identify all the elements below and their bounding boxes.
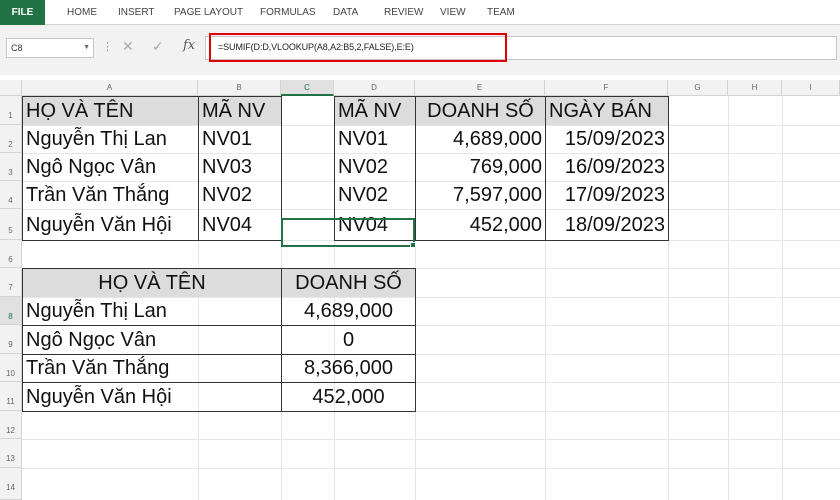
tab-page-layout[interactable]: PAGE LAYOUT: [174, 0, 243, 25]
row-header-12[interactable]: 12: [0, 411, 22, 439]
formula-highlight-box: [209, 33, 507, 62]
table1-cell[interactable]: Ngô Ngọc Vân: [23, 154, 198, 181]
table2-cell[interactable]: 769,000: [416, 154, 545, 181]
tab-team[interactable]: TEAM: [487, 0, 515, 25]
close-icon[interactable]: ✕: [122, 36, 134, 56]
table3-cell[interactable]: 4,689,000: [282, 298, 415, 325]
table2-cell[interactable]: 452,000: [416, 210, 545, 240]
table3-cell[interactable]: 452,000: [282, 383, 415, 411]
table1-cell[interactable]: NV01: [199, 126, 281, 153]
fill-handle[interactable]: [410, 242, 416, 248]
table2-cell[interactable]: NV01: [335, 126, 415, 153]
table2-cell[interactable]: 18/09/2023: [546, 210, 668, 240]
table3-cell[interactable]: 8,366,000: [282, 355, 415, 382]
column-header-b[interactable]: B: [198, 80, 281, 96]
table1-cell[interactable]: NV03: [199, 154, 281, 181]
row-header-13[interactable]: 13: [0, 439, 22, 468]
row-header-3[interactable]: 3: [0, 153, 22, 181]
gridline: [22, 439, 840, 440]
column-header-d[interactable]: D: [334, 80, 415, 96]
table2-cell[interactable]: NV02: [335, 182, 415, 209]
select-all-corner[interactable]: [0, 80, 22, 96]
active-cell-selection[interactable]: [281, 218, 415, 247]
table2-cell[interactable]: 4,689,000: [416, 126, 545, 153]
table3-cell[interactable]: Ngô Ngọc Vân: [23, 326, 281, 354]
chevron-down-icon[interactable]: ▼: [83, 39, 90, 57]
column-header-i[interactable]: I: [782, 80, 840, 96]
worksheet[interactable]: A B C D E F G H I 1 2 3 4 5 6 7 8 9 10 1…: [0, 80, 840, 500]
table2-cell[interactable]: 17/09/2023: [546, 182, 668, 209]
column-header-h[interactable]: H: [728, 80, 782, 96]
name-box-value: C8: [11, 43, 23, 53]
table2-header-id[interactable]: MÃ NV: [335, 97, 415, 125]
table3-cell[interactable]: Nguyễn Thị Lan: [23, 298, 281, 325]
table3-cell[interactable]: 0: [282, 326, 415, 354]
name-box[interactable]: C8 ▼: [6, 38, 94, 58]
row-header-4[interactable]: 4: [0, 181, 22, 209]
row-header-10[interactable]: 10: [0, 354, 22, 382]
tab-home[interactable]: HOME: [67, 0, 97, 25]
table3-header-sales[interactable]: DOANH SỐ: [282, 269, 415, 297]
table3-cell[interactable]: Trần Văn Thắng: [23, 355, 281, 382]
row-header-8[interactable]: 8: [0, 297, 22, 325]
gridline: [22, 411, 840, 412]
insert-function-icon[interactable]: fx: [183, 38, 195, 53]
table1-cell[interactable]: NV02: [199, 182, 281, 209]
table2-cell[interactable]: NV02: [335, 154, 415, 181]
row-header-7[interactable]: 7: [0, 268, 22, 297]
table1-cell[interactable]: NV04: [199, 210, 281, 240]
row-header-2[interactable]: 2: [0, 125, 22, 153]
ribbon-tab-bar: FILE HOME INSERT PAGE LAYOUT FORMULAS DA…: [0, 0, 840, 25]
row-header-6[interactable]: 6: [0, 240, 22, 268]
table2-header-date[interactable]: NGÀY BÁN: [546, 97, 668, 125]
row-header-9[interactable]: 9: [0, 325, 22, 354]
row-header-1[interactable]: 1: [0, 96, 22, 125]
gridline: [22, 468, 840, 469]
tab-formulas[interactable]: FORMULAS: [260, 0, 316, 25]
table2-header-sales[interactable]: DOANH SỐ: [416, 97, 545, 125]
column-header-f[interactable]: F: [545, 80, 668, 96]
gridline: [22, 240, 840, 241]
table1-header-id[interactable]: MÃ NV: [199, 97, 281, 125]
check-icon[interactable]: ✓: [152, 36, 164, 56]
more-options-icon[interactable]: ⋮: [102, 40, 113, 53]
column-header-e[interactable]: E: [415, 80, 545, 96]
table2-cell[interactable]: 16/09/2023: [546, 154, 668, 181]
table1-header-name[interactable]: HỌ VÀ TÊN: [23, 97, 198, 125]
table2-cell[interactable]: 15/09/2023: [546, 126, 668, 153]
column-header-c[interactable]: C: [281, 80, 334, 96]
tab-review[interactable]: REVIEW: [384, 0, 423, 25]
tab-data[interactable]: DATA: [333, 0, 358, 25]
table2-cell[interactable]: 7,597,000: [416, 182, 545, 209]
row-header-5[interactable]: 5: [0, 209, 22, 240]
table1-cell[interactable]: Nguyễn Văn Hội: [23, 210, 198, 240]
tab-insert[interactable]: INSERT: [118, 0, 155, 25]
tab-view[interactable]: VIEW: [440, 0, 466, 25]
table3-header-name[interactable]: HỌ VÀ TÊN: [23, 269, 281, 297]
column-header-a[interactable]: A: [22, 80, 198, 96]
table1-cell[interactable]: Trần Văn Thắng: [23, 182, 198, 209]
column-header-g[interactable]: G: [668, 80, 728, 96]
row-header-11[interactable]: 11: [0, 382, 22, 411]
row-header-14[interactable]: 14: [0, 468, 22, 500]
tab-file[interactable]: FILE: [0, 0, 45, 25]
table1-cell[interactable]: Nguyễn Thị Lan: [23, 126, 198, 153]
table3-cell[interactable]: Nguyễn Văn Hội: [23, 383, 281, 411]
